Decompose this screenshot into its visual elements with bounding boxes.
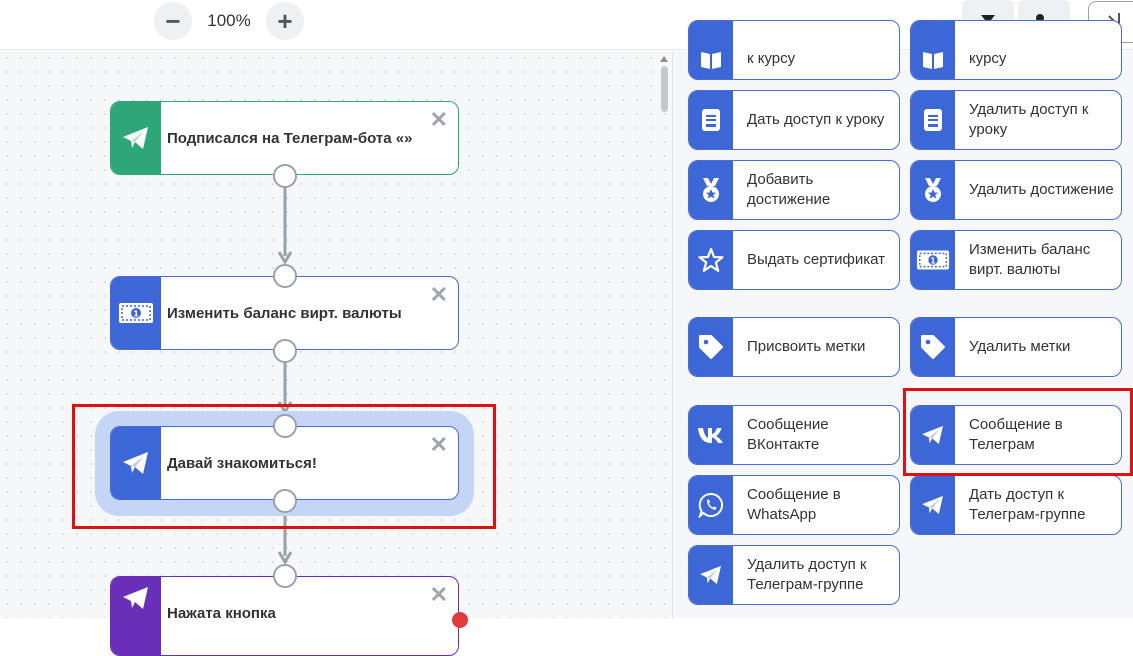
svg-text:1: 1 <box>930 256 935 265</box>
action-card-add-achievement[interactable]: Добавить достижение <box>688 160 900 220</box>
telegram-icon <box>911 476 955 534</box>
card-label: Изменить баланс вирт. валюты <box>969 241 1091 278</box>
card-label: к курсу <box>747 50 796 67</box>
action-card-issue-certificate[interactable]: Выдать сертификат <box>688 230 900 290</box>
close-icon[interactable]: ✕ <box>430 109 448 131</box>
condition-node-button-pressed[interactable]: Нажата кнопка ✕ <box>110 576 459 656</box>
banknote-icon: 1 <box>111 277 161 349</box>
card-label: Удалить достижение <box>969 181 1114 198</box>
input-port[interactable] <box>273 564 297 588</box>
action-card-telegram-group-access[interactable]: Дать доступ к Телеграм-группе <box>910 475 1122 535</box>
action-card-vk-message[interactable]: Сообщение ВКонтакте <box>688 405 900 465</box>
banknote-icon: 1 <box>911 231 955 289</box>
action-card-remove-achievement[interactable]: Удалить достижение <box>910 160 1122 220</box>
card-label: Добавить достижение <box>747 171 831 208</box>
action-card-telegram-group-remove[interactable]: Удалить доступ к Телеграм-группе <box>688 545 900 605</box>
close-icon[interactable]: ✕ <box>430 584 448 606</box>
card-label: Сообщение ВКонтакте <box>747 416 829 453</box>
lesson-icon <box>911 91 955 149</box>
input-port[interactable] <box>273 264 297 288</box>
node-title: Подписался на Телеграм-бота «» <box>167 129 413 147</box>
canvas-scrollbar[interactable] <box>661 66 668 112</box>
svg-text:1: 1 <box>133 310 139 319</box>
action-card-remove-tags[interactable]: Удалить метки <box>910 317 1122 377</box>
lesson-icon <box>689 91 733 149</box>
medal-icon <box>689 161 733 219</box>
card-label: Выдать сертификат <box>747 251 886 268</box>
output-port[interactable] <box>273 164 297 188</box>
action-card-course-access[interactable]: к курсу <box>688 20 900 80</box>
action-card-assign-tags[interactable]: Присвоить метки <box>688 317 900 377</box>
action-card-lesson-remove[interactable]: Удалить доступ к уроку <box>910 90 1122 150</box>
tag-icon <box>911 318 955 376</box>
book-icon <box>689 21 733 79</box>
action-card-course-remove[interactable]: курсу <box>910 20 1122 80</box>
scroll-up-arrow[interactable] <box>660 56 668 62</box>
card-label: Сообщение в WhatsApp <box>747 486 841 523</box>
zoom-level: 100% <box>207 11 251 30</box>
error-indicator <box>452 612 468 628</box>
vk-icon <box>689 406 733 464</box>
telegram-icon <box>111 102 161 174</box>
telegram-icon <box>111 577 161 655</box>
medal-icon <box>911 161 955 219</box>
telegram-icon <box>689 546 733 604</box>
card-label: Дать доступ к уроку <box>747 111 885 128</box>
close-icon[interactable]: ✕ <box>430 284 448 306</box>
card-label: Удалить доступ к уроку <box>969 101 1089 138</box>
node-title: Нажата кнопка <box>167 605 276 622</box>
node-title: Изменить баланс вирт. валюты <box>167 304 402 322</box>
zoom-out-button[interactable]: − <box>154 2 192 40</box>
card-label: курсу <box>969 50 1007 67</box>
output-port[interactable] <box>273 339 297 363</box>
whatsapp-icon <box>689 476 733 534</box>
action-card-whatsapp-message[interactable]: Сообщение в WhatsApp <box>688 475 900 535</box>
card-label: Дать доступ к Телеграм-группе <box>969 486 1086 523</box>
action-card-change-balance[interactable]: 1 Изменить баланс вирт. валюты <box>910 230 1122 290</box>
highlight-box-panel <box>903 388 1133 476</box>
action-card-lesson-access[interactable]: Дать доступ к уроку <box>688 90 900 150</box>
card-label: Присвоить метки <box>747 338 866 355</box>
book-icon <box>911 21 955 79</box>
highlight-box-canvas <box>72 404 496 529</box>
star-icon <box>689 231 733 289</box>
card-label: Удалить метки <box>969 338 1071 355</box>
tag-icon <box>689 318 733 376</box>
card-label: Удалить доступ к Телеграм-группе <box>747 556 867 593</box>
zoom-in-button[interactable]: + <box>266 2 304 40</box>
